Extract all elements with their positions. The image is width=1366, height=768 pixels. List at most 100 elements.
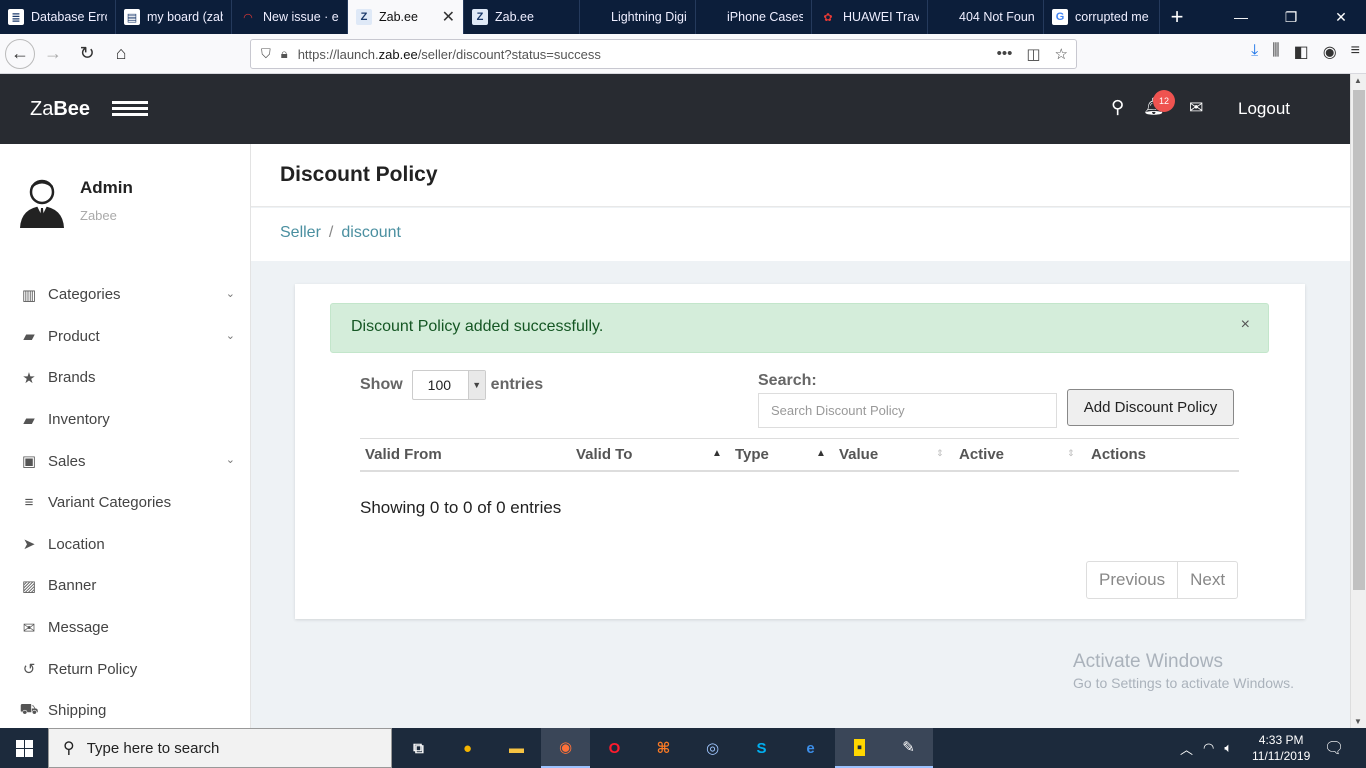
breadcrumb-seller[interactable]: Seller xyxy=(280,224,321,241)
taskbar-app-button[interactable]: ▬ xyxy=(492,728,541,768)
file-explorer-icon: ▬ xyxy=(509,739,524,757)
browser-tab[interactable]: ◠ New issue · el xyxy=(232,0,348,34)
breadcrumb: Seller / discount xyxy=(280,224,401,241)
wifi-icon[interactable]: ◠ xyxy=(1203,740,1214,756)
search-icon[interactable]: ⚲ xyxy=(1111,97,1124,118)
column-type[interactable]: Type xyxy=(735,446,769,463)
sidebar-item-shipping[interactable]: ⛟ Shipping xyxy=(0,690,250,728)
browser-tab[interactable]: iPhone Cases xyxy=(696,0,812,34)
bookmark-star-icon[interactable]: ☆ xyxy=(1055,45,1068,63)
browser-tab[interactable]: Lightning Digi xyxy=(580,0,696,34)
previous-button[interactable]: Previous xyxy=(1087,562,1177,598)
new-tab-button[interactable]: + xyxy=(1160,0,1194,34)
scrollbar-thumb[interactable] xyxy=(1353,90,1365,590)
sidebar-item-brands[interactable]: ★ Brands xyxy=(0,357,250,399)
envelope-icon[interactable]: ✉ xyxy=(1189,98,1203,118)
url-bar[interactable]: ⛉ 🔒︎ https://launch. zab.ee/seller/discou… xyxy=(250,39,1077,69)
browser-tab[interactable]: ✿ HUAWEI Trave xyxy=(812,0,928,34)
browser-tab[interactable]: ≣ Database Error xyxy=(0,0,116,34)
column-actions[interactable]: Actions xyxy=(1091,446,1146,463)
taskbar-app-button[interactable]: S xyxy=(737,728,786,768)
taskbar-app-button[interactable]: ⧉ xyxy=(394,728,443,768)
location-arrow-icon: ➤ xyxy=(22,536,36,554)
browser-tab[interactable]: ▤ my board (zab xyxy=(116,0,232,34)
tab-label: Lightning Digi xyxy=(611,10,687,24)
back-button[interactable]: ← xyxy=(5,38,35,69)
start-button[interactable] xyxy=(0,728,48,768)
search-input[interactable]: Search Discount Policy xyxy=(758,393,1057,428)
page-actions-icon[interactable]: ••• xyxy=(997,45,1013,63)
pocket-icon[interactable]: ◫ xyxy=(1026,45,1040,63)
home-button[interactable]: ⌂ xyxy=(105,38,137,70)
reload-button[interactable]: ↻ xyxy=(71,38,103,70)
volume-icon[interactable]: 🔈︎ xyxy=(1224,740,1232,756)
taskbar-app-button[interactable]: e xyxy=(786,728,835,768)
tab-label: Zab.ee xyxy=(495,10,534,24)
column-active[interactable]: Active xyxy=(959,446,1004,463)
logout-link[interactable]: Logout xyxy=(1238,99,1290,119)
browser-tab[interactable]: Gcorrupted me xyxy=(1044,0,1160,34)
menu-icon[interactable]: ≡ xyxy=(1351,42,1360,62)
sidebar-item-return-policy[interactable]: ↺ Return Policy xyxy=(0,648,250,690)
chevron-up-icon[interactable]: ︿ xyxy=(1180,739,1193,758)
sidebar-item-label: Product xyxy=(48,327,100,345)
sidebar: Admin Zabee ▥ Categories ⌄ ▰ Product ⌄ ★ Brands… xyxy=(0,144,251,728)
sidebar-item-location[interactable]: ➤ Location xyxy=(0,524,250,566)
minimize-button[interactable]: — xyxy=(1216,0,1266,34)
close-window-button[interactable]: ✕ xyxy=(1316,0,1366,34)
account-icon[interactable]: ◉ xyxy=(1323,42,1337,62)
column-valid-from[interactable]: Valid From xyxy=(365,446,442,463)
close-icon[interactable]: × xyxy=(1241,316,1250,334)
tab-label: HUAWEI Trave xyxy=(843,10,919,24)
browser-tab[interactable]: Z Zab.ee xyxy=(464,0,580,34)
browser-tab[interactable]: Z Zab.ee ✕ xyxy=(348,0,464,34)
forward-button[interactable]: → xyxy=(37,38,69,70)
scroll-up-icon[interactable]: ▲ xyxy=(1354,76,1362,85)
taskbar-app-button[interactable]: ◎ xyxy=(688,728,737,768)
sidebar-item-message[interactable]: ✉ Message xyxy=(0,607,250,649)
scroll-down-icon[interactable]: ▼ xyxy=(1354,717,1362,726)
truck-icon: ⛟ xyxy=(19,701,39,719)
next-button[interactable]: Next xyxy=(1177,562,1237,598)
taskbar-app-button[interactable]: ● xyxy=(443,728,492,768)
restore-button[interactable]: ❐ xyxy=(1266,0,1316,34)
pagination: Previous Next xyxy=(1086,561,1239,599)
close-tab-icon[interactable]: ✕ xyxy=(442,7,455,27)
browser-tab[interactable]: 404 Not Found xyxy=(928,0,1044,34)
avatar xyxy=(20,179,64,228)
sidebar-toggle-button[interactable] xyxy=(112,101,148,117)
download-icon[interactable]: ⤓ xyxy=(1251,42,1258,62)
sidebar-item-label: Return Policy xyxy=(48,660,138,678)
taskbar-app-button[interactable]: ▪ xyxy=(835,728,884,768)
sidebar-item-variant-categories[interactable]: ≡ Variant Categories xyxy=(0,482,250,524)
taskbar-app-button[interactable]: ⌘ xyxy=(639,728,688,768)
sidebar-item-categories[interactable]: ▥ Categories ⌄ xyxy=(0,274,250,316)
column-value[interactable]: Value xyxy=(839,446,878,463)
briefcase-icon: ▰ xyxy=(23,411,35,429)
taskbar-app-button[interactable]: ◉ xyxy=(541,728,590,768)
url-host: zab.ee xyxy=(378,46,418,62)
clock[interactable]: 4:33 PM 11/11/2019 xyxy=(1252,732,1310,764)
add-discount-policy-button[interactable]: Add Discount Policy xyxy=(1067,389,1234,426)
logo[interactable]: ZaBee xyxy=(30,98,90,121)
breadcrumb-discount[interactable]: discount xyxy=(341,224,401,241)
sticky-notes-icon: ▪ xyxy=(853,738,866,756)
alert-message: Discount Policy added successfully. xyxy=(351,318,604,335)
column-valid-to[interactable]: Valid To xyxy=(576,446,632,463)
sidebar-toggle-icon[interactable]: ◧ xyxy=(1294,42,1309,62)
library-icon[interactable]: ⫼ xyxy=(1272,42,1279,62)
taskbar-search[interactable]: ⚲ Type here to search xyxy=(48,728,392,768)
sidebar-item-banner[interactable]: ▨ Banner xyxy=(0,565,250,607)
sidebar-menu: ▥ Categories ⌄ ▰ Product ⌄ ★ Brands ▰ Inventory ▣ S… xyxy=(0,274,250,728)
entries-length-control: Show 100 ▼ entries xyxy=(360,370,543,400)
taskbar-app-button[interactable]: ✎ xyxy=(884,728,933,768)
table-header: Valid From Valid To ▲ Type ▲ Value ⇕ Act… xyxy=(360,438,1239,472)
notification-center-icon[interactable]: 🗨︎ xyxy=(1324,738,1344,758)
taskbar-app-button[interactable]: O xyxy=(590,728,639,768)
sidebar-item-sales[interactable]: ▣ Sales ⌄ xyxy=(0,440,250,482)
envelope-icon: ✉ xyxy=(22,619,36,637)
sidebar-item-inventory[interactable]: ▰ Inventory xyxy=(0,399,250,441)
sidebar-item-product[interactable]: ▰ Product ⌄ xyxy=(0,316,250,358)
entries-select[interactable]: 100 ▼ xyxy=(411,370,486,400)
vertical-scrollbar[interactable]: ▲ ▼ xyxy=(1350,74,1366,728)
